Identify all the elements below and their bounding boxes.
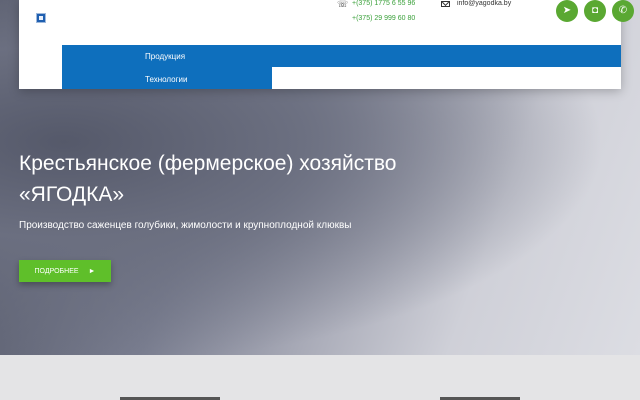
instagram-icon[interactable]: ◘ <box>584 0 606 22</box>
main-nav: Продукция <box>62 45 621 67</box>
viber-icon[interactable]: ✆ <box>612 0 634 22</box>
hero-title: Крестьянское (фермерское) хозяйство «ЯГО… <box>19 148 479 210</box>
hero-title-line1: Крестьянское (фермерское) хозяйство <box>19 152 397 175</box>
arrow-right-icon: ► <box>88 267 96 275</box>
telegram-icon[interactable]: ➤ <box>556 0 578 22</box>
phone-link-2[interactable]: +(375) 29 999 60 80 <box>352 15 415 22</box>
nav-item-technologies[interactable]: Технологии <box>145 75 187 84</box>
hero-title-line2: «ЯГОДКА» <box>19 183 125 206</box>
phone-link-1[interactable]: +(375) 1775 6 55 96 <box>352 0 415 7</box>
email-link[interactable]: info@yagodka.by <box>457 0 511 7</box>
more-button[interactable]: ПОДРОБНЕЕ ► <box>19 260 111 282</box>
headset-icon: ☏ <box>337 0 349 9</box>
logo-column <box>19 0 62 89</box>
mail-icon <box>441 1 450 7</box>
nav-submenu: Технологии <box>62 67 272 89</box>
nav-item-products[interactable]: Продукция <box>145 52 185 61</box>
more-button-label: ПОДРОБНЕЕ <box>34 267 79 275</box>
site-header: ☏ +(375) 1775 6 55 96 +(375) 29 999 60 8… <box>19 0 634 89</box>
hero-subtitle: Производство саженцев голубики, жимолост… <box>19 220 352 231</box>
logo-icon[interactable] <box>36 13 46 23</box>
